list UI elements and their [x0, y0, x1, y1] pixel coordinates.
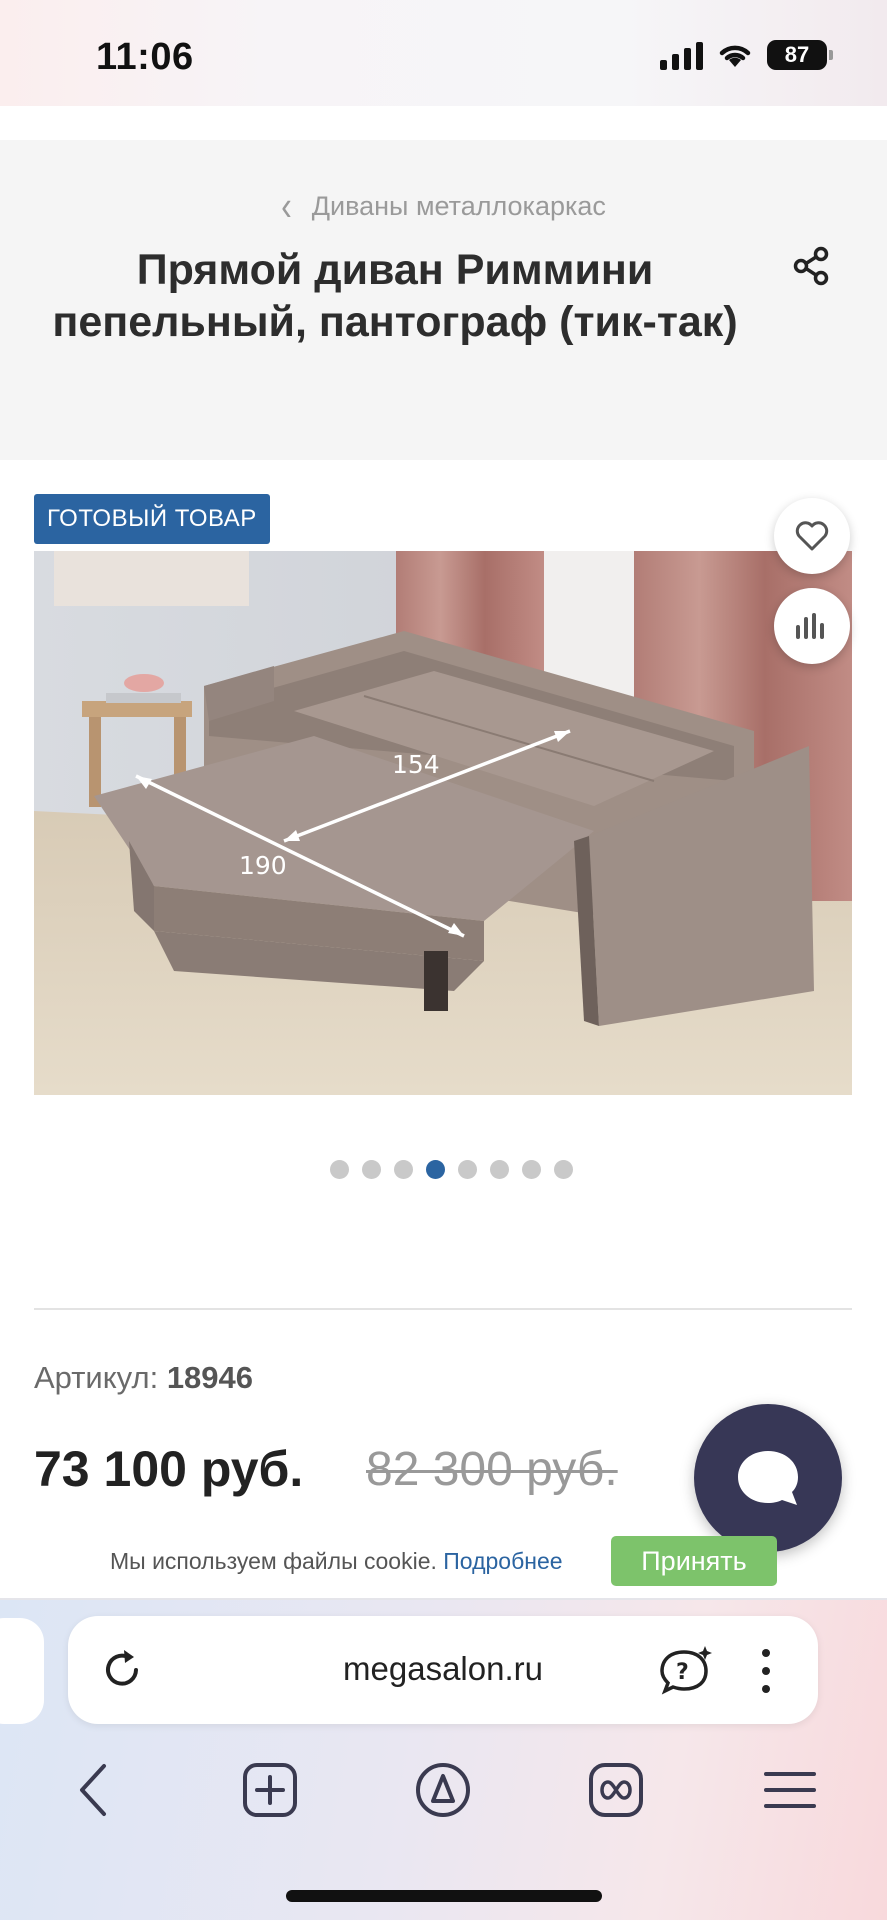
- svg-text:?: ?: [676, 1660, 689, 1685]
- product-photo[interactable]: 154 190: [34, 551, 852, 1095]
- dimension-length-label: 154: [392, 750, 440, 779]
- chevron-left-icon: ‹: [281, 182, 292, 230]
- divider: [34, 1308, 852, 1310]
- chat-button[interactable]: [694, 1404, 842, 1552]
- gallery-dot[interactable]: [330, 1160, 349, 1179]
- sofa-illustration: 154 190: [34, 551, 852, 1095]
- gallery-dot[interactable]: [490, 1160, 509, 1179]
- home-indicator[interactable]: [286, 1890, 602, 1902]
- breadcrumb[interactable]: ‹ Диваны металлокаркас: [0, 182, 887, 229]
- old-price: 82 300 руб.: [366, 1443, 618, 1496]
- sku-value: 18946: [166, 1360, 254, 1395]
- cookie-text: Мы используем файлы cookie.: [110, 1548, 437, 1574]
- price: 73 100 руб.: [34, 1441, 304, 1497]
- alice-icon[interactable]: [413, 1760, 473, 1820]
- heart-icon: [795, 521, 829, 551]
- tabs-icon[interactable]: [586, 1760, 646, 1820]
- sku-label: Артикул:: [34, 1360, 159, 1395]
- share-icon[interactable]: [789, 244, 833, 288]
- status-icons: 87: [660, 40, 833, 70]
- gallery-dot[interactable]: [394, 1160, 413, 1179]
- page-title: Прямой диван Риммини пепельный, пантогра…: [52, 246, 738, 346]
- gallery-pagination[interactable]: [8, 1160, 887, 1179]
- gallery-dot[interactable]: [458, 1160, 477, 1179]
- browser-toolbar: megasalon.ru ?: [0, 1598, 887, 1920]
- previous-tab-preview[interactable]: [0, 1618, 44, 1724]
- gallery-dot[interactable]: [554, 1160, 573, 1179]
- dimension-width-label: 190: [239, 851, 287, 880]
- cookie-notice: Мы используем файлы cookie. Подробнее: [110, 1548, 563, 1575]
- page-header: ‹ Диваны металлокаркас Прямой диван Римм…: [0, 140, 887, 460]
- back-icon[interactable]: [66, 1760, 126, 1820]
- cookie-accept-button[interactable]: Принять: [611, 1536, 777, 1586]
- chat-bubble-icon: [738, 1451, 798, 1505]
- gallery-dot[interactable]: [426, 1160, 445, 1179]
- alice-chat-icon[interactable]: ?: [660, 1644, 714, 1696]
- compare-button[interactable]: [774, 588, 850, 664]
- ready-product-badge: ГОТОВЫЙ ТОВАР: [34, 494, 270, 544]
- address-bar[interactable]: megasalon.ru ?: [68, 1616, 818, 1724]
- breadcrumb-link[interactable]: Диваны металлокаркас: [312, 191, 606, 222]
- gallery-dot[interactable]: [362, 1160, 381, 1179]
- browser-nav: [0, 1760, 887, 1830]
- more-icon[interactable]: [756, 1646, 776, 1696]
- cellular-signal-icon: [660, 40, 703, 70]
- status-time: 11:06: [96, 36, 194, 78]
- add-to-favorites-button[interactable]: [774, 498, 850, 574]
- menu-icon[interactable]: [760, 1760, 820, 1820]
- status-bar: 11:06 87: [0, 0, 887, 106]
- cookie-more-link[interactable]: Подробнее: [443, 1548, 562, 1574]
- wifi-icon: [719, 45, 751, 67]
- new-tab-icon[interactable]: [240, 1760, 300, 1820]
- battery-icon: 87: [767, 40, 833, 70]
- bar-chart-icon: [796, 613, 824, 639]
- sku: Артикул: 18946: [34, 1360, 253, 1396]
- gallery-dot[interactable]: [522, 1160, 541, 1179]
